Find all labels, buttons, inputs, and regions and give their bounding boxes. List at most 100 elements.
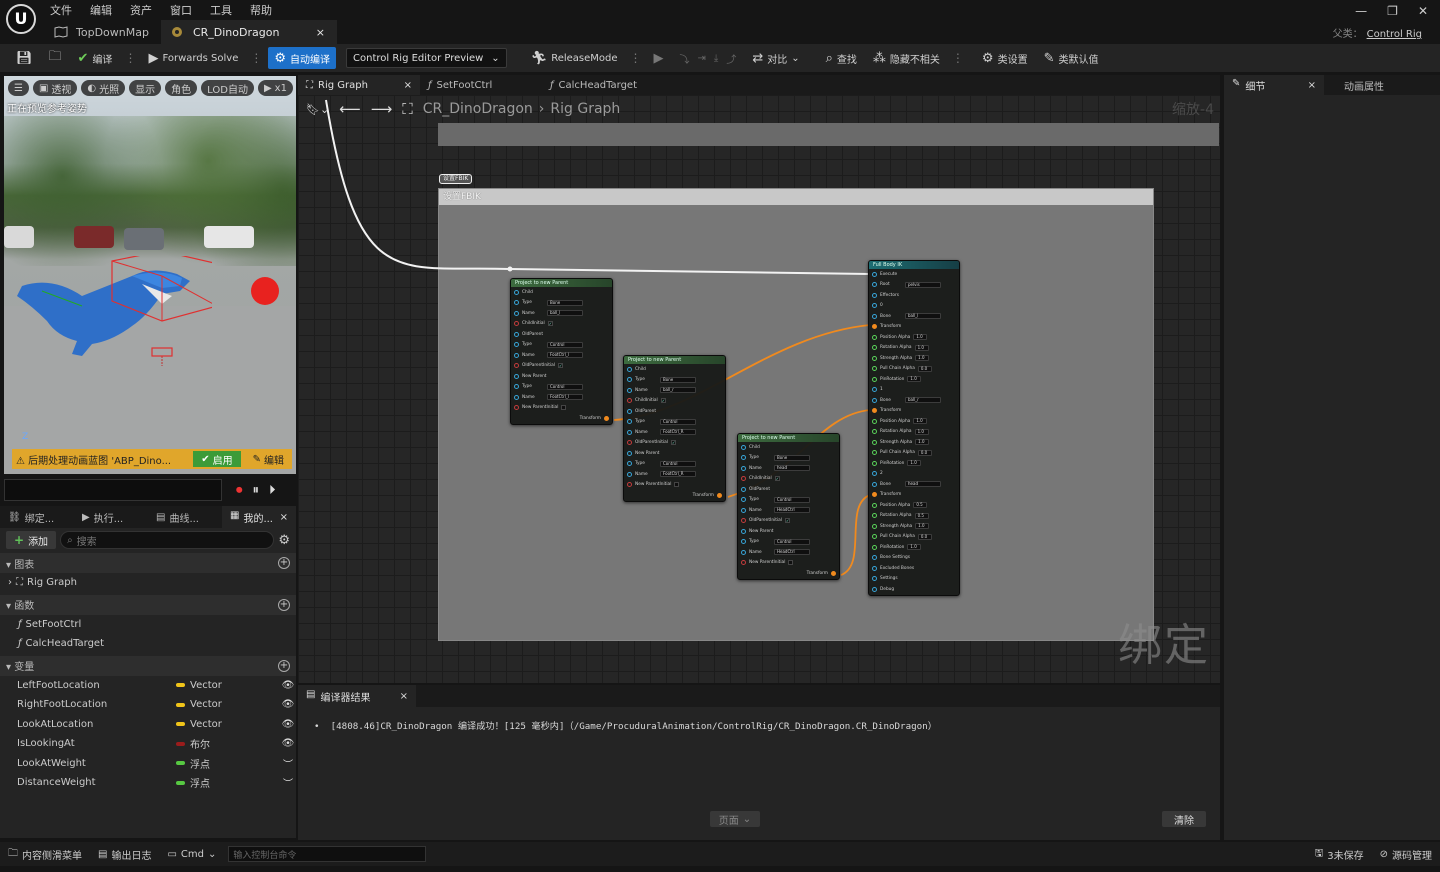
tab-execution-stack[interactable]: ▶ 执行... [74,506,148,528]
node-pin-value-field[interactable]: Bone [547,299,583,306]
node-pin-icon[interactable] [741,560,746,566]
node-pin-value-field[interactable]: 0.5 [914,512,929,519]
project-to-new-parent-node[interactable]: Project to new Parent Child Type Bone Name ba… [510,278,613,425]
variable-row[interactable]: RightFootLocation Vector 👁︎ [0,695,296,715]
node-pin-icon[interactable] [741,497,746,503]
node-pin-icon[interactable] [872,334,877,340]
breadcrumb-graph[interactable]: Rig Graph [550,101,620,117]
node-pin-value-field[interactable]: pelvis [905,281,941,288]
node-pin-value-field[interactable]: 0.0 [917,533,932,540]
menu-asset[interactable]: 资产 [130,2,152,18]
variable-row[interactable]: LookAtWeight 浮点 ︶ [0,754,296,774]
node-pin-value-field[interactable]: head [774,465,810,472]
node-pin-value-field[interactable]: 1.0 [915,439,930,446]
search-input[interactable]: ⌕ 搜索 [60,531,275,549]
section-graphs[interactable]: ▾ 图表 + [0,553,296,573]
unsaved-button[interactable]: 🖫 3未保存 [1307,842,1372,866]
node-pin-icon[interactable] [627,387,632,393]
node-pin-value-field[interactable]: FootCtrl_l [547,352,583,359]
node-pin-icon[interactable] [717,492,722,498]
edit-button[interactable]: ✎ 编辑 [244,451,292,467]
node-pin-value-field[interactable]: 0.5 [913,502,928,509]
variable-type[interactable]: 浮点 [176,756,280,771]
node-pin-icon[interactable] [627,429,632,435]
node-pin-icon[interactable] [741,518,746,524]
node-pin-value-field[interactable]: 1.0 [913,334,928,341]
doc-tab-topdownmap[interactable]: TopDownMap [44,20,161,44]
close-icon[interactable]: × [404,80,412,91]
forwards-solve-button[interactable]: ▶ Forwards Solve [142,47,244,69]
node-pin-value-field[interactable]: 1.0 [913,418,928,425]
checkbox-unchecked[interactable] [561,405,567,411]
node-pin-icon[interactable] [872,292,877,298]
function-item-setfootctrl[interactable]: ƒ SetFootCtrl [0,615,296,635]
node-pin-value-field[interactable]: Control [774,538,810,545]
tab-setfootctrl[interactable]: ƒ SetFootCtrl [420,75,542,95]
unreal-logo-icon[interactable]: U [6,4,36,34]
variable-type[interactable]: 布尔 [176,736,280,751]
variable-type[interactable]: Vector [176,699,280,710]
node-pin-icon[interactable] [741,465,746,471]
node-pin-icon[interactable] [872,271,877,277]
node-pin-icon[interactable] [627,440,632,446]
doc-tab-cr-dinodragon[interactable]: CR_DinoDragon × [160,20,337,44]
back-arrow-icon[interactable]: ⟵ [339,100,361,118]
node-pin-value-field[interactable]: 0.0 [917,449,932,456]
node-pin-icon[interactable] [872,586,877,592]
node-pin-value-field[interactable]: FootCtrl_R [660,471,696,478]
node-pin-icon[interactable] [627,450,632,456]
checkbox-checked[interactable]: ✓ [660,398,666,404]
node-pin-icon[interactable] [872,576,877,582]
look-at-target-sphere[interactable] [251,277,279,305]
node-pin-icon[interactable] [872,324,877,330]
forward-arrow-icon[interactable]: ⟶ [371,100,393,118]
add-button[interactable]: + 添加 [6,531,57,549]
perspective-button[interactable]: ▣ 透视 [32,80,78,96]
node-pin-value-field[interactable]: Control [547,383,583,390]
node-pin-value-field[interactable]: ball_l [547,310,583,317]
node-pin-value-field[interactable]: Bone [774,454,810,461]
node-pin-icon[interactable] [872,439,877,445]
parent-class-link[interactable]: Control Rig [1367,29,1422,40]
checkbox-checked[interactable]: ✓ [547,321,553,327]
node-pin-value-field[interactable]: 1.0 [915,523,930,530]
add-function-icon[interactable]: + [278,598,290,611]
find-button[interactable]: ⌕ 查找 [820,47,863,69]
node-pin-icon[interactable] [514,331,519,337]
node-pin-icon[interactable] [872,492,877,498]
tab-anim-attributes[interactable]: 动画属性 [1324,75,1392,95]
node-pin-value-field[interactable]: FootCtrl_R [660,429,696,436]
clear-button[interactable]: 清除 [1162,811,1206,827]
content-drawer-button[interactable]: 🗀 内容侧滑菜单 [0,842,90,866]
toolbar-options-icon[interactable]: ⋮ [122,51,138,65]
node-pin-icon[interactable] [741,486,746,492]
node-pin-icon[interactable] [831,570,836,576]
checkbox-checked[interactable]: ✓ [557,363,563,369]
node-pin-icon[interactable] [514,394,519,400]
play-forward-icon[interactable]: ⏵ [269,483,276,498]
show-button[interactable]: 显示 [129,80,162,96]
close-icon[interactable]: × [280,512,288,523]
source-control-button[interactable]: ⊘ 源码管理 [1372,842,1440,866]
variable-row[interactable]: LookAtLocation Vector 👁︎ [0,715,296,735]
node-pin-icon[interactable] [741,528,746,534]
expand-arrow-icon[interactable]: › [8,577,12,588]
tab-compiler-results[interactable]: ▤ 编译器结果 × [298,685,416,707]
node-pin-icon[interactable] [514,363,519,369]
node-pin-value-field[interactable]: FootCtrl_l [547,394,583,401]
section-functions[interactable]: ▾ 函数 + [0,594,296,615]
node-pin-icon[interactable] [872,408,877,414]
node-title[interactable]: Project to new Parent [511,279,612,287]
menu-tools[interactable]: 工具 [210,2,232,18]
node-title[interactable]: Project to new Parent [624,356,725,364]
node-pin-icon[interactable] [872,397,877,403]
node-pin-value-field[interactable]: Control [660,460,696,467]
auto-compile-button[interactable]: ⚙ 自动编译 [268,47,337,69]
menu-edit[interactable]: 编辑 [90,2,112,18]
node-pin-icon[interactable] [741,539,746,545]
eye-open-icon[interactable]: 👁︎ [280,699,296,710]
viewport-menu-button[interactable]: ☰ [8,80,29,96]
node-pin-icon[interactable] [604,415,609,421]
function-item-calcheadtarget[interactable]: ƒ CalcHeadTarget [0,634,296,654]
node-pin-icon[interactable] [872,345,877,351]
